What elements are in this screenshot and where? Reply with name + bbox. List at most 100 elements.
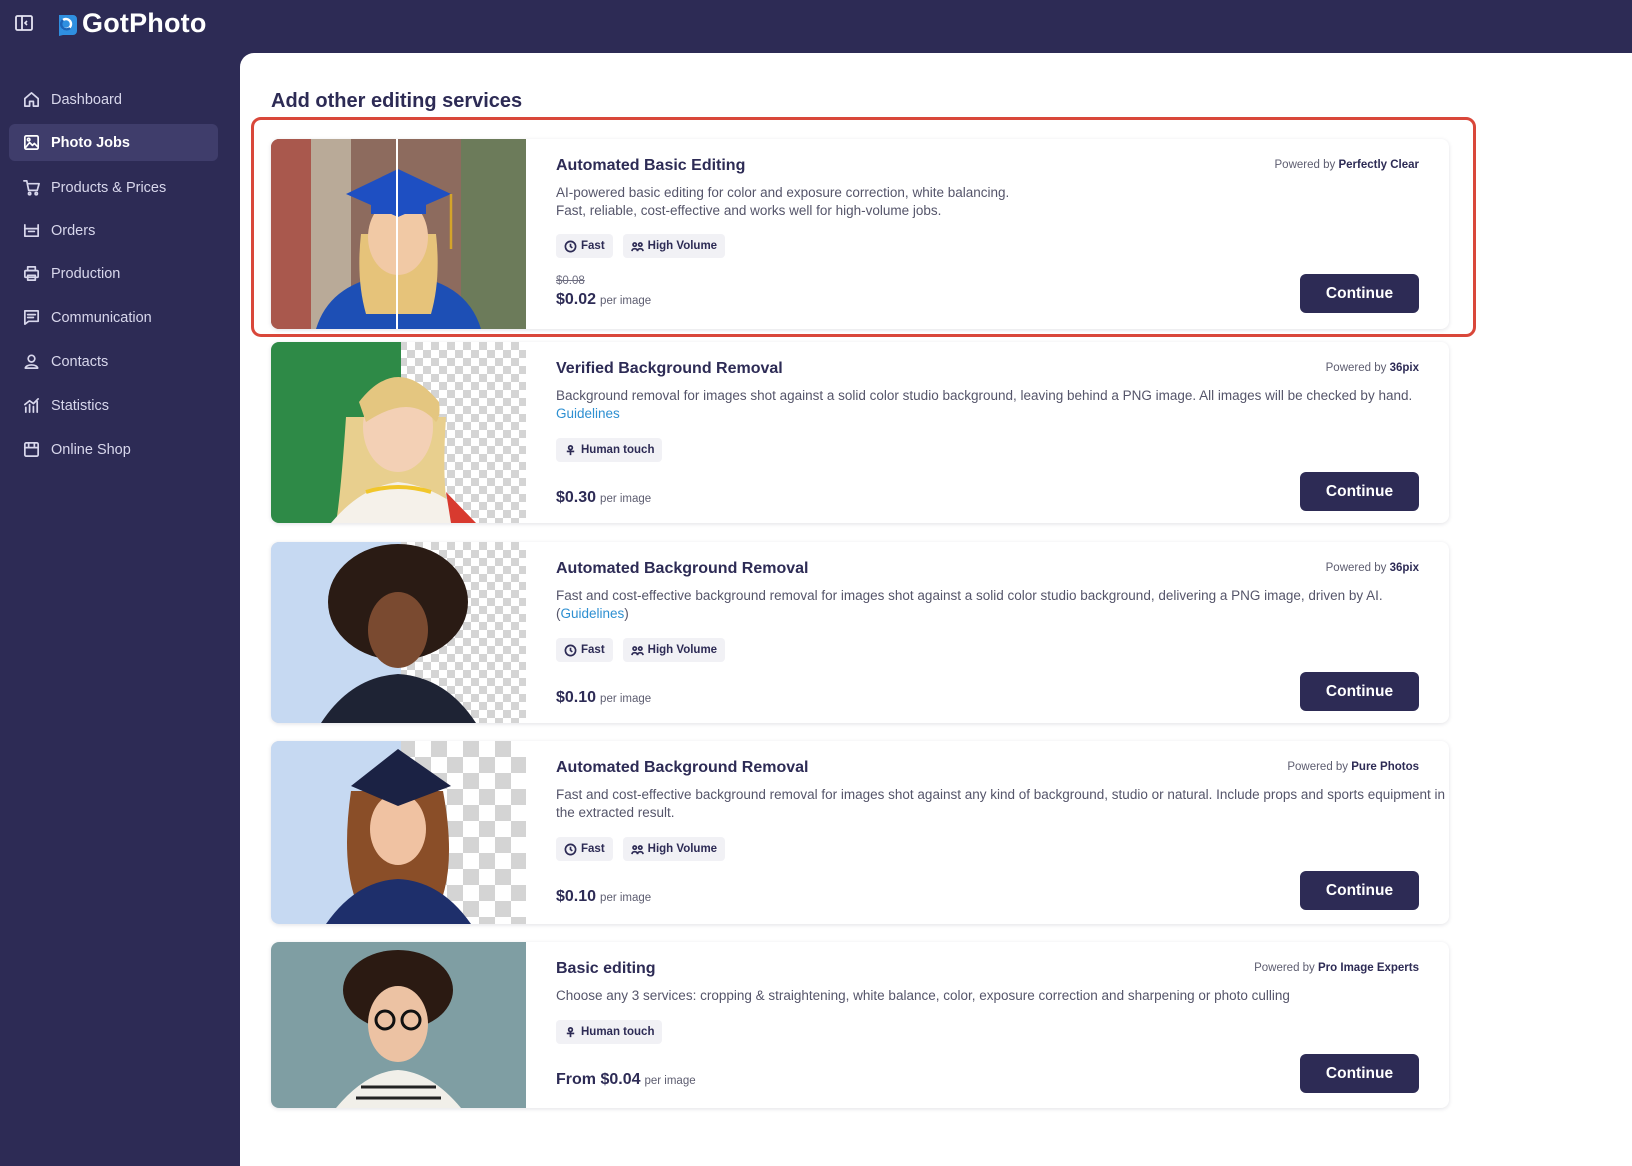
service-body: Automated Background Removal Powered by …: [556, 542, 1419, 723]
service-body: Automated Basic Editing Powered by Perfe…: [556, 139, 1419, 329]
service-image: [271, 542, 526, 723]
price: $0.02 per image: [556, 291, 652, 308]
sidebar-item-label: Communication: [51, 309, 152, 326]
service-description: Choose any 3 services: cropping & straig…: [556, 988, 1290, 1003]
sidebar-item-online-shop[interactable]: Online Shop: [9, 431, 218, 468]
service-title: Verified Background Removal: [556, 360, 783, 377]
users-icon: [630, 645, 644, 655]
sidebar-item-label: Contacts: [51, 353, 109, 370]
service-image: [271, 342, 526, 523]
provider-name: Pro Image Experts: [1318, 962, 1419, 974]
sidebar-toggle-icon[interactable]: [14, 13, 34, 33]
price: $0.30 per image: [556, 489, 652, 506]
touch-icon: [566, 1026, 575, 1037]
old-price: $0.08: [556, 275, 585, 287]
cart-icon: [21, 178, 41, 198]
powered-by: Powered by Pro Image Experts: [1254, 962, 1419, 974]
service-card-automated-background-removal-36pix: Automated Background Removal Powered by …: [271, 542, 1449, 723]
service-title: Automated Background Removal: [556, 759, 809, 776]
clock-icon: [564, 644, 577, 656]
sidebar-item-communication[interactable]: Communication: [9, 299, 218, 336]
sidebar-item-orders[interactable]: Orders: [9, 212, 218, 249]
service-tags: Fast High Volume: [556, 234, 726, 258]
service-description: Fast and cost-effective background remov…: [556, 787, 1446, 820]
service-image: [271, 139, 526, 329]
sidebar-item-label: Orders: [51, 222, 96, 239]
tag-high-volume: High Volume: [622, 638, 726, 662]
provider-name: Perfectly Clear: [1338, 159, 1419, 171]
powered-by: Powered by Perfectly Clear: [1274, 159, 1419, 171]
continue-button[interactable]: Continue: [1300, 672, 1419, 711]
service-tags: Fast High Volume: [556, 837, 726, 861]
sidebar-item-label: Production: [51, 265, 121, 282]
clock-icon: [564, 843, 577, 855]
clock-icon: [564, 240, 577, 252]
tag-fast: Fast: [556, 234, 613, 258]
sidebar: Dashboard Photo Jobs Products & Prices O…: [0, 53, 240, 1166]
continue-button[interactable]: Continue: [1300, 1054, 1419, 1093]
message-icon: [21, 308, 41, 328]
powered-by: Powered by 36pix: [1325, 362, 1419, 374]
sidebar-item-label: Statistics: [51, 397, 110, 414]
continue-button[interactable]: Continue: [1300, 472, 1419, 511]
provider-name: Pure Photos: [1351, 761, 1419, 773]
provider-name: 36pix: [1389, 362, 1419, 374]
sidebar-item-production[interactable]: Production: [9, 255, 218, 292]
sidebar-item-photo-jobs[interactable]: Photo Jobs: [9, 124, 218, 161]
continue-button[interactable]: Continue: [1300, 274, 1419, 313]
home-icon: [21, 90, 41, 110]
powered-by: Powered by 36pix: [1325, 562, 1419, 574]
price: $0.10 per image: [556, 888, 652, 905]
users-icon: [630, 844, 644, 854]
main-content: Add other editing services Automated Bas…: [240, 53, 1632, 1166]
tag-fast: Fast: [556, 837, 613, 861]
service-card-automated-basic-editing: Automated Basic Editing Powered by Perfe…: [271, 139, 1449, 329]
chart-icon: [21, 396, 41, 416]
service-tags: Fast High Volume: [556, 638, 726, 662]
service-description: AI-powered basic editing for color and e…: [556, 185, 1010, 218]
tag-human-touch: Human touch: [556, 438, 663, 462]
provider-name: 36pix: [1389, 562, 1419, 574]
printer-icon: [21, 264, 41, 284]
service-title: Automated Basic Editing: [556, 157, 746, 174]
sidebar-item-statistics[interactable]: Statistics: [9, 387, 218, 424]
guidelines-link[interactable]: Guidelines: [561, 606, 625, 621]
service-card-basic-editing: Basic editing Powered by Pro Image Exper…: [271, 942, 1449, 1108]
service-body: Automated Background Removal Powered by …: [556, 741, 1445, 924]
sidebar-item-label: Products & Prices: [51, 179, 167, 196]
continue-button[interactable]: Continue: [1300, 871, 1419, 910]
service-image: [271, 741, 526, 924]
service-title: Automated Background Removal: [556, 560, 809, 577]
sidebar-item-contacts[interactable]: Contacts: [9, 343, 218, 380]
sidebar-item-label: Dashboard: [51, 91, 122, 108]
sidebar-item-dashboard[interactable]: Dashboard: [9, 81, 218, 118]
tag-fast: Fast: [556, 638, 613, 662]
top-bar: GotPhoto: [0, 0, 1632, 53]
service-body: Verified Background Removal Powered by 3…: [556, 342, 1419, 523]
service-description: Fast and cost-effective background remov…: [556, 588, 1383, 621]
price: $0.10 per image: [556, 689, 652, 706]
app-logo[interactable]: GotPhoto: [55, 8, 207, 39]
users-icon: [630, 241, 644, 251]
service-body: Basic editing Powered by Pro Image Exper…: [556, 942, 1419, 1108]
tag-high-volume: High Volume: [622, 234, 726, 258]
shop-icon: [21, 440, 41, 460]
user-icon: [21, 352, 41, 372]
tag-high-volume: High Volume: [622, 837, 726, 861]
service-card-verified-background-removal: Verified Background Removal Powered by 3…: [271, 342, 1449, 523]
service-image: [271, 942, 526, 1108]
service-description: Background removal for images shot again…: [556, 388, 1413, 421]
sidebar-item-products-prices[interactable]: Products & Prices: [9, 169, 218, 206]
touch-icon: [566, 444, 575, 455]
page-title: Add other editing services: [271, 90, 523, 112]
orders-icon: [21, 221, 41, 241]
logo-text: GotPhoto: [82, 8, 207, 38]
service-card-automated-background-removal-pure-photos: Automated Background Removal Powered by …: [271, 741, 1449, 924]
price: From $0.04 per image: [556, 1071, 696, 1088]
powered-by: Powered by Pure Photos: [1287, 761, 1419, 773]
logo-mark-icon: [59, 14, 77, 36]
guidelines-link[interactable]: Guidelines: [556, 406, 620, 421]
image-icon: [21, 133, 41, 153]
service-tags: Human touch: [556, 1020, 663, 1044]
service-title: Basic editing: [556, 960, 656, 977]
